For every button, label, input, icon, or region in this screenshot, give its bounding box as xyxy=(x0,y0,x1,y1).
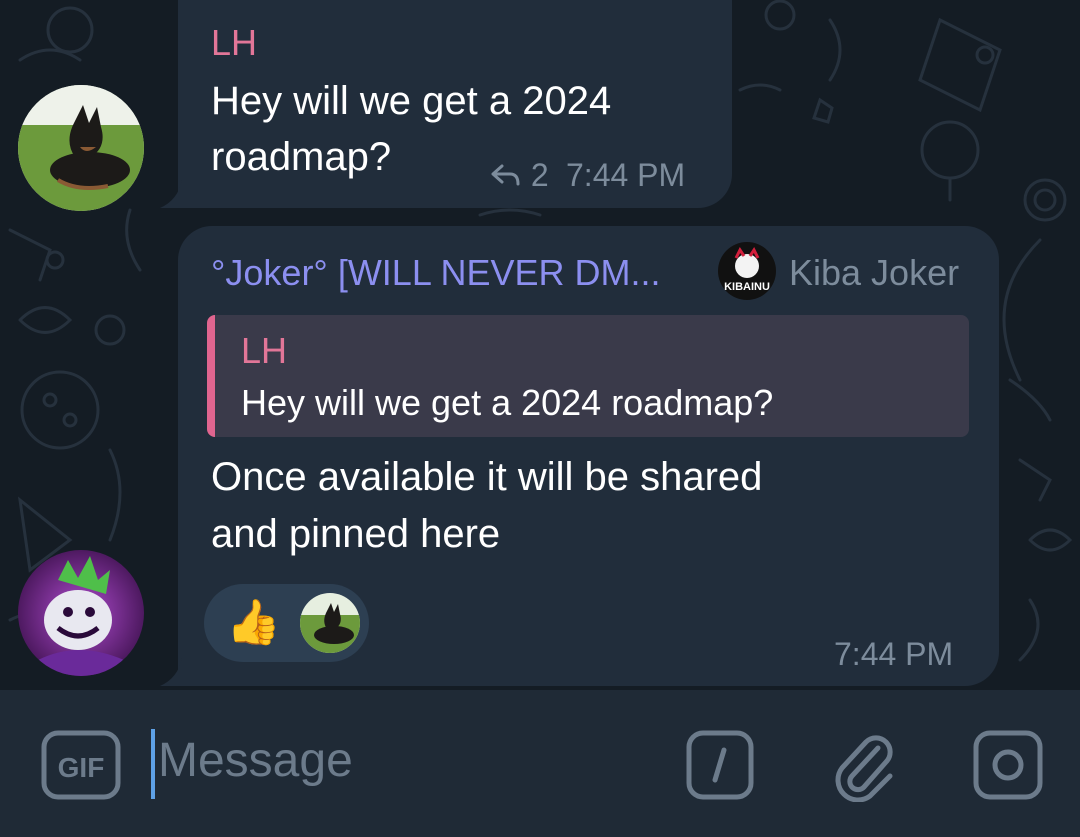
paperclip-icon xyxy=(835,735,893,803)
message-text-line-2: roadmap? xyxy=(211,135,392,179)
text-caret xyxy=(151,729,155,799)
reply-count: 2 xyxy=(530,157,549,193)
sender-name[interactable]: LH xyxy=(211,22,257,64)
thumbs-up-icon: 👍 xyxy=(226,598,281,647)
gif-icon: GIF xyxy=(41,730,121,800)
doberman-dog-icon xyxy=(18,85,144,211)
attach-button[interactable] xyxy=(832,728,896,807)
gif-label: GIF xyxy=(58,752,105,783)
message-text-line-1: Once available it will be shared xyxy=(211,455,763,499)
camera-button[interactable] xyxy=(973,730,1043,805)
message-time: 7:44 PM xyxy=(566,157,686,193)
slash-command-icon xyxy=(686,730,754,800)
message-text-line-1: Hey will we get a 2024 xyxy=(211,79,612,123)
quote-text: Hey will we get a 2024 roadmap? xyxy=(241,382,774,423)
message-input[interactable]: Message xyxy=(158,733,353,788)
replies-indicator[interactable]: 2 xyxy=(490,157,549,194)
reactor-avatar xyxy=(300,593,360,653)
camera-circle-icon xyxy=(973,730,1043,800)
bubble-tail xyxy=(160,180,182,208)
bubble-tail xyxy=(160,658,182,686)
quote-accent-bar xyxy=(207,315,215,437)
sender-name[interactable]: °Joker° [WILL NEVER DM... xyxy=(211,252,661,294)
kibainu-badge-icon: KIBAINU xyxy=(718,242,776,300)
reaction-chip[interactable]: 👍 xyxy=(204,584,369,662)
avatar-joker[interactable] xyxy=(18,550,144,676)
avatar-lh[interactable] xyxy=(18,85,144,211)
joker-character-icon xyxy=(18,550,144,676)
badge-text: KIBAINU xyxy=(724,281,770,293)
bot-command-button[interactable] xyxy=(686,730,754,805)
quote-sender: LH xyxy=(241,330,288,371)
message-time: 7:44 PM xyxy=(834,636,954,672)
gif-button[interactable]: GIF xyxy=(41,730,121,805)
reply-arrow-icon xyxy=(491,164,520,186)
message-text-line-2: and pinned here xyxy=(211,512,501,556)
sender-title: Kiba Joker xyxy=(789,252,960,293)
